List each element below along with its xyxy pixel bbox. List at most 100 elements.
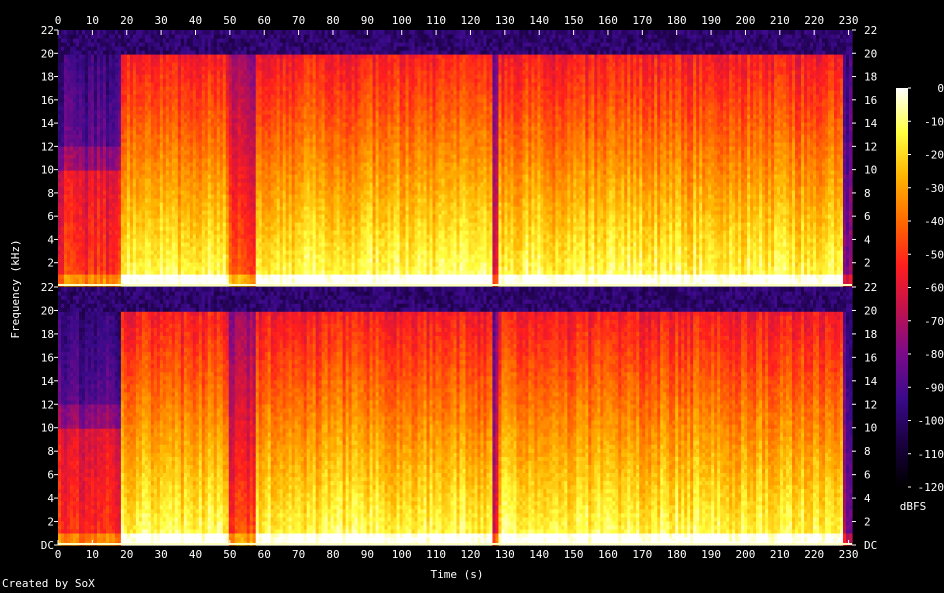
x-tick-label-bottom: 20 <box>120 548 133 561</box>
y-tick-label-right: 4 <box>864 492 871 505</box>
colorbar-tick-label: -50 <box>924 248 944 261</box>
y-tick-label-left: 6 <box>47 210 54 223</box>
x-tick-label-bottom: 160 <box>598 548 618 561</box>
x-tick-label-top: 190 <box>701 14 721 27</box>
y-tick-label-left: 18 <box>41 71 54 84</box>
x-tick-label-bottom: 70 <box>292 548 305 561</box>
x-tick-label-top: 210 <box>770 14 790 27</box>
colorbar-tick-label: -90 <box>924 381 944 394</box>
y-tick-label-right: 12 <box>864 398 877 411</box>
x-tick-label-bottom: 60 <box>258 548 271 561</box>
x-tick-label-bottom: 100 <box>392 548 412 561</box>
y-tick-label-right: 8 <box>864 187 871 200</box>
y-tick-label-left: 2 <box>47 257 54 270</box>
x-tick-label-top: 160 <box>598 14 618 27</box>
y-tick-label-right: 4 <box>864 233 871 246</box>
x-tick-label-top: 10 <box>86 14 99 27</box>
x-tick-label-top: 120 <box>461 14 481 27</box>
x-tick-label-bottom: 30 <box>154 548 167 561</box>
x-tick-label-bottom: 180 <box>667 548 687 561</box>
x-tick-label-top: 20 <box>120 14 133 27</box>
y-tick-label-left: 6 <box>47 469 54 482</box>
y-tick-label-right: 20 <box>864 304 877 317</box>
y-tick-label-left: 20 <box>41 47 54 60</box>
x-tick-label-top: 150 <box>564 14 584 27</box>
y-tick-label-right: 20 <box>864 47 877 60</box>
colorbar-tick-label: -80 <box>924 348 944 361</box>
y-tick-label-left: 16 <box>41 94 54 107</box>
y-tick-label-left: 8 <box>47 445 54 458</box>
y-tick-label-right: 18 <box>864 328 877 341</box>
y-tick-label-right: 12 <box>864 140 877 153</box>
x-tick-label-bottom: 90 <box>361 548 374 561</box>
y-tick-label-right: 6 <box>864 210 871 223</box>
spectrogram-panel-1 <box>58 30 853 287</box>
x-tick-label-bottom: 210 <box>770 548 790 561</box>
y-tick-label-left: DC <box>41 539 54 552</box>
x-tick-label-top: 40 <box>189 14 202 27</box>
x-tick-label-top: 100 <box>392 14 412 27</box>
x-tick-label-top: 180 <box>667 14 687 27</box>
x-tick-label-bottom: 200 <box>736 548 756 561</box>
x-tick-label-top: 90 <box>361 14 374 27</box>
y-tick-label-right: 14 <box>864 375 878 388</box>
y-tick-label-right: 22 <box>864 24 877 37</box>
y-tick-label-left: 4 <box>47 492 54 505</box>
x-tick-label-bottom: 230 <box>839 548 859 561</box>
x-tick-label-bottom: 50 <box>223 548 236 561</box>
y-axis-label: Frequency (kHz) <box>9 239 22 338</box>
colorbar-tick-label: 0 <box>937 82 944 95</box>
y-tick-label-left: 8 <box>47 187 54 200</box>
y-tick-label-left: 12 <box>41 398 54 411</box>
colorbar-label: dBFS <box>900 500 927 513</box>
x-tick-label-bottom: 140 <box>529 548 549 561</box>
x-tick-label-bottom: 80 <box>326 548 339 561</box>
y-tick-label-right: 18 <box>864 71 877 84</box>
x-tick-label-bottom: 120 <box>461 548 481 561</box>
y-tick-label-left: 2 <box>47 516 54 529</box>
y-tick-label-right: 6 <box>864 469 871 482</box>
x-tick-label-top: 50 <box>223 14 236 27</box>
x-tick-label-bottom: 40 <box>189 548 202 561</box>
colorbar-tick-label: -40 <box>924 215 944 228</box>
spectrogram-chart: 0010102020303040405050606070708080909010… <box>0 0 944 593</box>
colorbar-tick-label: -10 <box>924 115 944 128</box>
y-tick-label-left: 14 <box>41 375 55 388</box>
x-tick-label-bottom: 10 <box>86 548 99 561</box>
x-tick-label-bottom: 190 <box>701 548 721 561</box>
x-tick-label-top: 200 <box>736 14 756 27</box>
colorbar-tick-label: -20 <box>924 149 944 162</box>
x-tick-label-top: 60 <box>258 14 271 27</box>
colorbar-tick-label: -30 <box>924 182 944 195</box>
x-tick-label-top: 230 <box>839 14 859 27</box>
x-tick-label-bottom: 130 <box>495 548 515 561</box>
x-tick-label-top: 170 <box>632 14 652 27</box>
colorbar-tick-label: -70 <box>924 315 944 328</box>
y-tick-label-left: 4 <box>47 233 54 246</box>
y-tick-label-left: 10 <box>41 422 54 435</box>
colorbar-tick-label: -110 <box>918 448 944 461</box>
x-tick-label-top: 80 <box>326 14 339 27</box>
x-axis-label: Time (s) <box>431 568 484 581</box>
y-tick-label-right: 16 <box>864 351 877 364</box>
x-tick-label-bottom: 170 <box>632 548 652 561</box>
colorbar-tick-label: -100 <box>918 415 944 428</box>
y-tick-label-right: 16 <box>864 94 877 107</box>
colorbar-tick-label: -120 <box>918 481 944 494</box>
y-tick-label-left: 22 <box>41 281 54 294</box>
y-tick-label-right: 2 <box>864 257 871 270</box>
x-tick-label-bottom: 0 <box>55 548 62 561</box>
x-tick-label-top: 220 <box>804 14 824 27</box>
x-tick-label-bottom: 220 <box>804 548 824 561</box>
y-tick-label-left: 22 <box>41 24 54 37</box>
spectrogram-panel-2 <box>58 287 853 546</box>
x-tick-label-top: 130 <box>495 14 515 27</box>
y-tick-label-left: 20 <box>41 304 54 317</box>
y-tick-label-right: 22 <box>864 281 877 294</box>
y-tick-label-left: 12 <box>41 140 54 153</box>
credit-text: Created by SoX <box>2 577 95 590</box>
y-tick-label-right: 10 <box>864 164 877 177</box>
x-tick-label-top: 140 <box>529 14 549 27</box>
y-tick-label-right: 14 <box>864 117 878 130</box>
x-tick-label-top: 30 <box>154 14 167 27</box>
